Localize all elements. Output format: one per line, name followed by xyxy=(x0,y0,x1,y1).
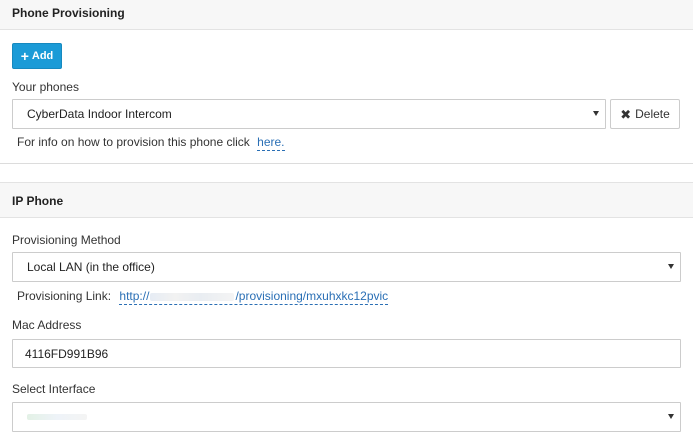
x-icon: ✖ xyxy=(620,106,632,122)
section-title: IP Phone xyxy=(12,194,64,208)
caret-down-icon xyxy=(593,111,599,116)
add-button-label: Add xyxy=(31,50,54,62)
provisioning-link-label: Provisioning Link: xyxy=(17,289,112,303)
caret-down-icon xyxy=(668,414,674,419)
phone-select-value: CyberData Indoor Intercom xyxy=(27,107,172,121)
phone-select[interactable]: CyberData Indoor Intercom xyxy=(12,99,606,129)
section-divider xyxy=(0,163,693,164)
provision-info-text: For info on how to provision this phone … xyxy=(17,135,250,149)
provisioning-link-line: Provisioning Link: http:// /provisioning/… xyxy=(17,289,389,305)
mac-address-input[interactable] xyxy=(12,339,681,368)
plus-icon: + xyxy=(20,47,29,64)
provision-info-link[interactable]: here. xyxy=(257,135,285,151)
provisioning-method-value: Local LAN (in the office) xyxy=(27,260,155,274)
select-interface-label: Select Interface xyxy=(12,382,96,396)
delete-button-label: Delete xyxy=(635,107,670,121)
section-title: Phone Provisioning xyxy=(12,6,125,20)
mac-address-label: Mac Address xyxy=(12,318,82,332)
section-header-ip-phone: IP Phone xyxy=(0,182,693,218)
add-phone-button[interactable]: + Add xyxy=(12,43,62,69)
interface-select[interactable] xyxy=(12,402,681,432)
delete-phone-button[interactable]: ✖ Delete xyxy=(610,99,680,129)
caret-down-icon xyxy=(668,264,674,269)
provisioning-method-label: Provisioning Method xyxy=(12,233,121,247)
redacted-host xyxy=(150,292,235,301)
provisioning-link-prefix: http:// xyxy=(119,289,150,303)
your-phones-label: Your phones xyxy=(12,80,79,94)
provision-info-line: For info on how to provision this phone … xyxy=(17,135,285,151)
provisioning-link-suffix: /provisioning/mxuhxkc12pvic xyxy=(235,289,389,303)
provisioning-link[interactable]: http:// /provisioning/mxuhxkc12pvic xyxy=(119,289,389,305)
provisioning-method-select[interactable]: Local LAN (in the office) xyxy=(12,252,681,282)
redacted-interface-value xyxy=(27,414,87,420)
section-header-phone-provisioning: Phone Provisioning xyxy=(0,0,693,30)
